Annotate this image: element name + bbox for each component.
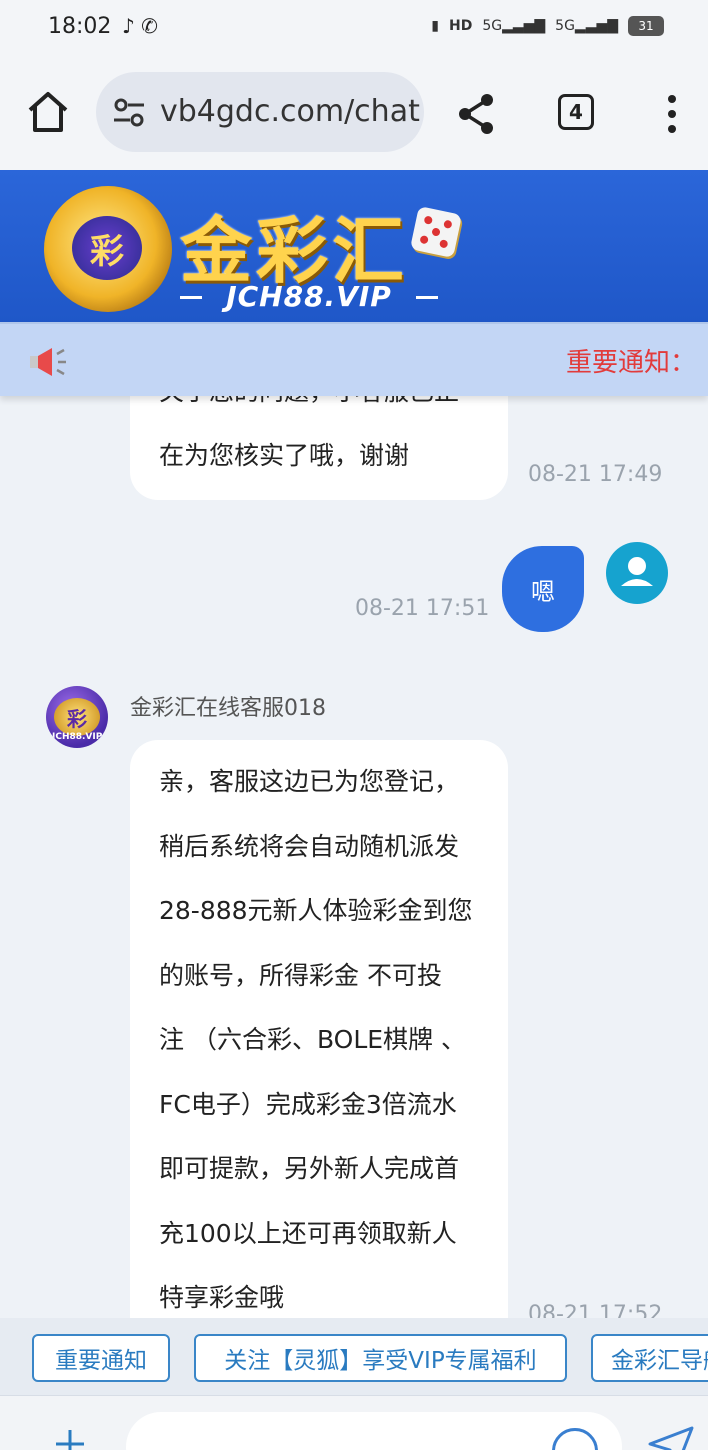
message-bubble-agent: 关于您的问题，小客服已正 在为您核实了哦，谢谢: [130, 396, 508, 500]
agent-name: 金彩汇在线客服018: [130, 696, 326, 721]
megaphone-icon: [30, 348, 66, 376]
brand-domain: JCH88.VIP: [180, 280, 438, 313]
message-bubble-user: 嗯: [502, 546, 584, 632]
browser-toolbar: vb4gdc.com/chat 4: [0, 58, 708, 170]
message-line: 充100以上还可再领取新人: [159, 1218, 457, 1248]
url-text: vb4gdc.com/chat: [160, 94, 420, 129]
more-menu-icon[interactable]: [662, 94, 682, 134]
send-icon[interactable]: [648, 1426, 694, 1450]
message-line: 特享彩金哦: [159, 1283, 285, 1312]
home-icon[interactable]: [24, 88, 72, 136]
message-timestamp: 08-21 17:51: [355, 596, 490, 621]
message-input-bar: [0, 1396, 708, 1450]
quick-reply-button[interactable]: 金彩汇导航: [591, 1334, 708, 1382]
message-input[interactable]: [126, 1412, 622, 1450]
message-line: 亲，客服这边已为您登记，: [159, 767, 460, 796]
user-icon: [621, 557, 653, 586]
signal-5g-icon: 5G▂▃▅▇: [482, 18, 546, 34]
site-banner: 彩 金彩汇 JCH88.VIP: [0, 170, 708, 322]
emblem-center: 彩: [72, 216, 142, 280]
quick-reply-button[interactable]: 重要通知: [32, 1334, 170, 1382]
message-timestamp: 08-21 17:49: [528, 462, 663, 487]
message-line: 28-888元新人体验彩金到您: [159, 896, 473, 925]
status-bar: 18:02 ♪ ✆ ▮ HD 5G▂▃▅▇ 5G▂▃▅▇ 31: [0, 0, 708, 58]
message-line: 在为您核实了哦，谢谢: [159, 441, 410, 470]
share-icon[interactable]: [456, 92, 496, 136]
signal-5g-icon: 5G▂▃▅▇: [555, 18, 618, 34]
missed-call-icon: ✆: [141, 14, 158, 38]
message-line: 稍后系统将会自动随机派发: [159, 831, 460, 861]
system-icons: ▮ HD 5G▂▃▅▇ 5G▂▃▅▇ 31: [431, 16, 664, 36]
tab-switcher-button[interactable]: 4: [558, 94, 594, 130]
hd-icon: HD: [449, 18, 473, 34]
message-line: 的账号，所得彩金 不可投: [159, 960, 442, 990]
message-line: 即可提款，另外新人完成首: [159, 1154, 460, 1183]
user-avatar: [606, 542, 668, 604]
quick-reply-bar: 重要通知 关注【灵狐】享受VIP专属福利 金彩汇导航: [0, 1318, 708, 1396]
chat-area[interactable]: 关于您的问题，小客服已正 在为您核实了哦，谢谢 08-21 17:49 嗯 08…: [0, 396, 708, 1318]
dragon-emblem-logo: 彩: [44, 186, 172, 312]
message-line: 关于您的问题，小客服已正: [159, 396, 508, 424]
agent-avatar: 彩 JCH88.VIP: [46, 686, 108, 748]
message-line: 注 （六合彩、BOLE棋牌 、: [159, 1025, 467, 1054]
site-settings-icon[interactable]: [112, 96, 146, 130]
vibrate-icon: ▮: [431, 18, 439, 34]
address-bar[interactable]: vb4gdc.com/chat: [96, 72, 424, 152]
notice-bar[interactable]: 重要通知：: [0, 322, 708, 396]
battery-icon: 31: [628, 16, 664, 36]
message-timestamp: 08-21 17:52: [528, 1302, 663, 1318]
message-bubble-agent: 亲，客服这边已为您登记， 稍后系统将会自动随机派发 28-888元新人体验彩金到…: [130, 740, 508, 1318]
tiktok-icon: ♪: [122, 14, 135, 38]
agent-avatar-emblem: 彩: [54, 698, 100, 736]
notification-icons: ♪ ✆: [122, 14, 158, 38]
dice-icon: [409, 205, 463, 259]
notice-marquee-text: 重要通知：: [565, 348, 696, 378]
status-time: 18:02: [48, 14, 112, 39]
quick-reply-button[interactable]: 关注【灵狐】享受VIP专属福利: [194, 1334, 567, 1382]
plus-icon[interactable]: [56, 1430, 84, 1450]
message-line: FC电子）完成彩金3倍流水: [159, 1089, 457, 1119]
agent-avatar-caption: JCH88.VIP: [52, 732, 103, 742]
